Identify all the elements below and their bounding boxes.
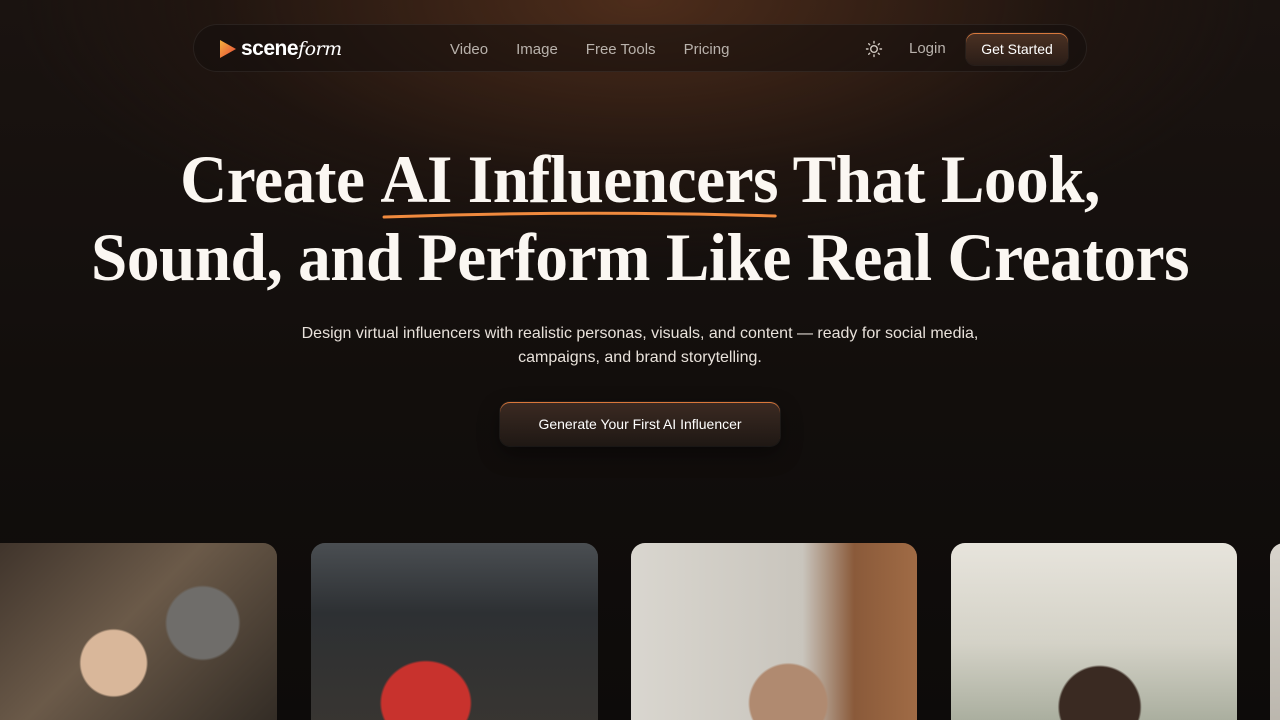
headline-underline: [382, 211, 777, 219]
top-navbar: sceneform Video Image Free Tools Pricing…: [193, 24, 1087, 72]
gallery-card-4[interactable]: [951, 543, 1237, 720]
headline-highlight: AI Influencers: [380, 140, 779, 219]
hero-headline: Create AI Influencers That Look, Sound, …: [26, 140, 1255, 296]
logo-scene-text: scene: [241, 37, 299, 60]
sun-icon[interactable]: [865, 40, 883, 58]
hero-subtitle: Design virtual influencers with realisti…: [301, 325, 979, 366]
brand-logo[interactable]: sceneform: [218, 37, 342, 61]
nav-link-free-tools[interactable]: Free Tools: [586, 41, 656, 58]
gallery-card-5[interactable]: [1270, 543, 1280, 720]
video-thumbnail-icon: [631, 543, 917, 720]
logo-wordmark: sceneform: [241, 37, 342, 61]
nav-link-image[interactable]: Image: [516, 41, 558, 58]
nav-link-video[interactable]: Video: [450, 41, 488, 58]
nav-link-pricing[interactable]: Pricing: [684, 41, 730, 58]
headline-prefix: Create: [180, 141, 381, 217]
headline-line-2: Sound, and Perform Like Real Creators: [91, 219, 1190, 295]
video-thumbnail-icon: [0, 543, 277, 720]
generate-influencer-button[interactable]: Generate Your First AI Influencer: [500, 402, 780, 446]
video-thumbnail-icon: [1270, 543, 1280, 720]
headline-suffix: That Look,: [778, 141, 1101, 217]
hero-section: Create AI Influencers That Look, Sound, …: [0, 140, 1280, 296]
gallery-card-2[interactable]: [311, 543, 598, 720]
video-thumbnail-icon: [951, 543, 1237, 720]
video-thumbnail-icon: [311, 543, 598, 720]
gallery-card-3[interactable]: [631, 543, 917, 720]
gallery-card-1[interactable]: [0, 543, 277, 720]
get-started-button[interactable]: Get Started: [966, 33, 1068, 65]
nav-links: Video Image Free Tools Pricing: [450, 25, 757, 73]
logo-play-icon: [220, 40, 236, 58]
logo-form-text: form: [298, 38, 342, 60]
headline-highlight-text: AI Influencers: [380, 141, 779, 217]
login-link[interactable]: Login: [909, 40, 946, 57]
headline-line-1: Create AI Influencers That Look,: [26, 140, 1255, 219]
